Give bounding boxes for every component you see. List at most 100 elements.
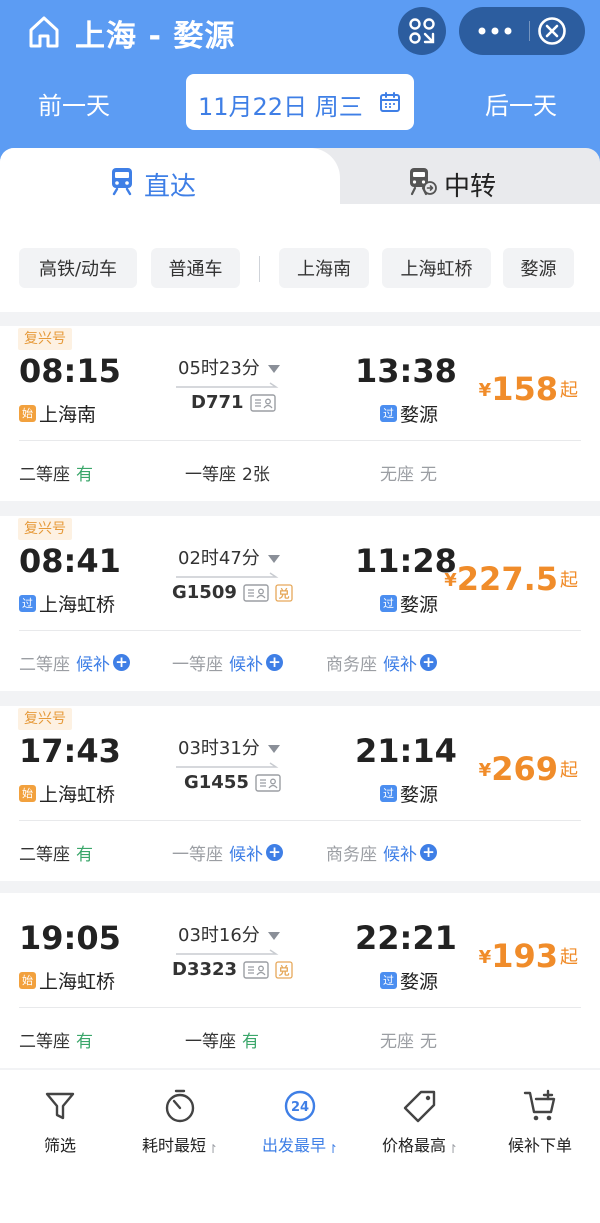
close-icon[interactable] <box>536 15 568 47</box>
sort-price-button[interactable]: 价格最高 ↾ <box>360 1088 480 1156</box>
date-picker[interactable]: 11月22日 周三 <box>186 74 414 130</box>
arrival-station: 过婺源 <box>380 590 438 617</box>
train-card[interactable]: 复兴号 08:15 始上海南 05时23分 D771 13:38 过婺源 ¥158 起二等座有 一… <box>0 326 600 501</box>
seat-availability[interactable]: 商务座 候补 + <box>326 650 437 675</box>
filter-label: 筛选 <box>43 1136 76 1155</box>
departure-station-name: 上海虹桥 <box>39 971 116 993</box>
seat-availability: 无座无 <box>380 1027 437 1052</box>
departure-time: 17:43 <box>19 732 121 770</box>
add-waitlist-icon[interactable]: + <box>266 654 283 671</box>
seat-class: 二等座 <box>19 1032 70 1052</box>
exchange-icon: 兑 <box>275 583 293 602</box>
seat-status: 候补 <box>76 655 110 675</box>
tab-direct-label: 直达 <box>144 172 197 202</box>
sort-duration-button[interactable]: 耗时最短 ↾ <box>120 1088 240 1156</box>
fuxing-badge: 复兴号 <box>18 708 72 730</box>
exchange-icon: 兑 <box>275 960 293 979</box>
train-number-row[interactable]: D771 <box>191 392 276 413</box>
home-icon[interactable] <box>26 14 62 50</box>
seat-availability[interactable]: 一等座 候补 + <box>172 840 283 865</box>
filter-icon <box>45 1092 75 1120</box>
filter-chip-shanghai-hongqiao[interactable]: 上海虹桥 <box>382 248 491 288</box>
arrival-station-name: 婺源 <box>400 404 439 426</box>
sort-departure-label: 出发最早 ↾ <box>261 1136 339 1156</box>
train-number-row[interactable]: G1509 兑 <box>172 582 293 603</box>
arrival-station: 过婺源 <box>380 780 438 807</box>
add-waitlist-icon[interactable]: + <box>266 844 283 861</box>
prev-day-button[interactable]: 前一天 <box>38 86 110 121</box>
more-icon[interactable] <box>477 21 513 41</box>
exchange-icon-text: 兑 <box>278 586 289 600</box>
sort-price-label: 价格最高 ↾ <box>381 1136 459 1156</box>
seat-availability: 一等座有 <box>185 1027 259 1052</box>
filter-chip-shanghai-south[interactable]: 上海南 <box>279 248 369 288</box>
add-waitlist-icon[interactable]: + <box>420 654 437 671</box>
scan-button[interactable] <box>398 7 446 55</box>
seat-availability[interactable]: 二等座 候补 + <box>19 650 130 675</box>
seat-status: 有 <box>242 1032 259 1052</box>
train-number: G1455 <box>184 772 249 793</box>
departure-time: 19:05 <box>19 919 121 957</box>
sort-departure-button[interactable]: 24 出发最早 ↾ <box>240 1088 360 1156</box>
seat-class: 一等座 <box>172 655 223 675</box>
seat-class: 二等座 <box>19 465 70 485</box>
seat-availability[interactable]: 商务座 候补 + <box>326 840 437 865</box>
next-day-button[interactable]: 后一天 <box>485 86 557 121</box>
trip-duration[interactable]: 02时47分 <box>178 544 280 570</box>
train-number: D3323 <box>172 959 238 980</box>
departure-station-name: 上海南 <box>39 404 97 426</box>
currency-symbol: ¥ <box>478 380 492 401</box>
seat-class: 二等座 <box>19 845 70 865</box>
station-type-tag: 过 <box>380 785 397 802</box>
waitlist-order-button[interactable]: 候补下单 <box>480 1088 600 1156</box>
seat-status: 候补 <box>229 655 263 675</box>
price-tag-icon <box>403 1090 436 1123</box>
duration-arrow-line <box>176 949 279 955</box>
train-card[interactable]: 复兴号 17:43 始上海虹桥 03时31分 G1455 21:14 过婺源 ¥269 起二等座… <box>0 706 600 881</box>
station-type-tag: 始 <box>19 972 36 989</box>
price: ¥158 起 <box>479 370 578 408</box>
seat-status: 有 <box>76 465 93 485</box>
trip-duration[interactable]: 03时16分 <box>178 921 280 947</box>
seat-class: 一等座 <box>185 465 236 485</box>
arrival-station-name: 婺源 <box>400 784 439 806</box>
chevron-down-icon <box>267 365 280 373</box>
train-card[interactable]: 复兴号 08:41 过上海虹桥 02时47分 G1509 兑 11:28 过婺源 ¥227.5 起… <box>0 516 600 691</box>
train-number-row[interactable]: G1455 <box>184 772 281 793</box>
currency-symbol: ¥ <box>444 570 457 591</box>
currency-symbol: ¥ <box>478 947 492 968</box>
trip-duration[interactable]: 03时31分 <box>178 734 280 760</box>
arrival-time: 21:14 <box>355 732 457 770</box>
add-waitlist-icon[interactable]: + <box>420 844 437 861</box>
filter-button[interactable]: 筛选 <box>0 1088 120 1156</box>
seat-availability: 一等座 2张 <box>185 460 270 485</box>
date-row: 前一天 11月22日 周三 后一天 <box>0 74 600 130</box>
filter-chip-normal[interactable]: 普通车 <box>151 248 240 288</box>
card-divider <box>19 1007 581 1008</box>
duration-arrow-line <box>176 762 279 768</box>
price: ¥193 起 <box>479 937 578 975</box>
chevron-down-icon <box>267 932 280 940</box>
fuxing-badge: 复兴号 <box>18 518 72 540</box>
train-card[interactable]: 19:05 始上海虹桥 03时16分 D3323 兑 22:21 过婺源 ¥193 起二等座有一… <box>0 893 600 1068</box>
filter-chip-wuyuan[interactable]: 婺源 <box>503 248 574 288</box>
train-number-row[interactable]: D3323 兑 <box>172 959 293 980</box>
date-text: 11月22日 周三 <box>198 93 363 121</box>
mini-program-icon <box>409 18 435 44</box>
sort-duration-label: 耗时最短 ↾ <box>141 1136 219 1156</box>
card-divider <box>19 440 581 441</box>
seat-availability: 二等座有 <box>19 840 93 865</box>
seat-availability[interactable]: 一等座 候补 + <box>172 650 283 675</box>
departure-station: 始上海虹桥 <box>19 967 115 994</box>
trip-duration[interactable]: 05时23分 <box>178 354 280 380</box>
arrival-station: 过婺源 <box>380 967 438 994</box>
departure-station: 过上海虹桥 <box>19 590 115 617</box>
exchange-icon-text: 兑 <box>279 963 290 977</box>
filter-chip-highspeed[interactable]: 高铁/动车 <box>19 248 137 288</box>
station-type-tag: 过 <box>380 405 397 422</box>
filter-bar: 高铁/动车 普通车 上海南 上海虹桥 婺源 <box>0 228 600 312</box>
price-suffix: 起 <box>560 947 578 968</box>
add-waitlist-icon[interactable]: + <box>113 654 130 671</box>
price-suffix: 起 <box>560 570 578 591</box>
chevron-down-icon <box>267 555 280 563</box>
